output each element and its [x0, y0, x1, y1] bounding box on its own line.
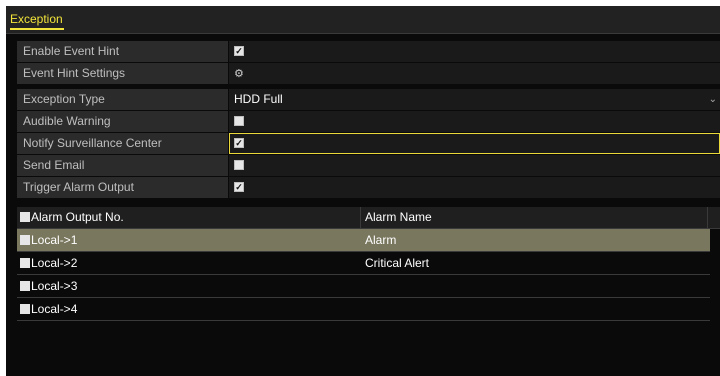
row-alarm-name: Critical Alert [365, 256, 430, 270]
exception-type-row: Exception Type HDD Full ⌄ [17, 89, 720, 110]
alarm-output-table: Alarm Output No. Alarm Name Local->1 Ala… [17, 207, 720, 321]
row-no-label: Local->2 [31, 256, 78, 270]
trigger-alarm-output-label: Trigger Alarm Output [17, 177, 228, 198]
send-email-cell [229, 155, 720, 176]
exception-window: Exception Enable Event Hint ✓ Event Hint… [6, 6, 720, 376]
row-alarm-name: Alarm [365, 233, 397, 247]
trigger-alarm-output-checkbox[interactable]: ✓ [234, 182, 244, 192]
notify-surveillance-center-row: Notify Surveillance Center ✓ [17, 133, 720, 154]
table-header: Alarm Output No. Alarm Name [17, 207, 720, 229]
table-row[interactable]: Local->3 [17, 275, 710, 298]
row-alarm-output-no: Local->2 [20, 252, 77, 274]
row-no-label: Local->3 [31, 279, 78, 293]
event-hint-settings-row: Event Hint Settings ⚙ [17, 63, 720, 84]
audible-warning-row: Audible Warning [17, 111, 720, 132]
select-all-checkbox[interactable] [20, 212, 30, 222]
audible-warning-label: Audible Warning [17, 111, 228, 132]
header-divider [707, 207, 708, 228]
row-no-label: Local->4 [31, 302, 78, 316]
row-alarm-output-no: Local->1 [20, 229, 77, 251]
notify-surveillance-center-checkbox[interactable]: ✓ [234, 138, 244, 148]
trigger-alarm-output-row: Trigger Alarm Output ✓ [17, 177, 720, 198]
row-checkbox[interactable] [20, 235, 30, 245]
row-checkbox[interactable] [20, 281, 30, 291]
exception-type-label: Exception Type [17, 89, 228, 110]
audible-warning-cell [229, 111, 720, 132]
send-email-row: Send Email [17, 155, 720, 176]
exception-type-value: HDD Full [234, 92, 283, 106]
header-alarm-output-no: Alarm Output No. [20, 207, 124, 228]
row-checkbox[interactable] [20, 258, 30, 268]
gear-icon[interactable]: ⚙ [234, 64, 244, 85]
row-checkbox[interactable] [20, 304, 30, 314]
trigger-alarm-output-cell: ✓ [229, 177, 720, 198]
tab-bar: Exception [6, 6, 720, 34]
tab-exception[interactable]: Exception [10, 12, 64, 30]
row-alarm-output-no: Local->3 [20, 275, 77, 297]
enable-event-hint-cell: ✓ [229, 41, 720, 62]
table-row[interactable]: Local->2 Critical Alert [17, 252, 710, 275]
exception-type-select[interactable]: HDD Full ⌄ [229, 89, 720, 110]
row-no-label: Local->1 [31, 233, 78, 247]
audible-warning-checkbox[interactable] [234, 116, 244, 126]
notify-surveillance-center-cell: ✓ [229, 133, 720, 154]
send-email-checkbox[interactable] [234, 160, 244, 170]
table-row[interactable]: Local->1 Alarm [17, 229, 710, 252]
settings-panel: Enable Event Hint ✓ Event Hint Settings … [17, 41, 720, 199]
enable-event-hint-label: Enable Event Hint [17, 41, 228, 62]
event-hint-settings-label: Event Hint Settings [17, 63, 228, 84]
send-email-label: Send Email [17, 155, 228, 176]
row-alarm-output-no: Local->4 [20, 298, 77, 320]
event-hint-settings-cell: ⚙ [229, 63, 720, 84]
table-row[interactable]: Local->4 [17, 298, 710, 321]
header-alarm-name: Alarm Name [360, 207, 709, 228]
notify-surveillance-center-label: Notify Surveillance Center [17, 133, 228, 154]
enable-event-hint-row: Enable Event Hint ✓ [17, 41, 720, 62]
enable-event-hint-checkbox[interactable]: ✓ [234, 46, 244, 56]
chevron-down-icon[interactable]: ⌄ [709, 89, 717, 110]
header-alarm-output-no-label: Alarm Output No. [31, 210, 124, 224]
